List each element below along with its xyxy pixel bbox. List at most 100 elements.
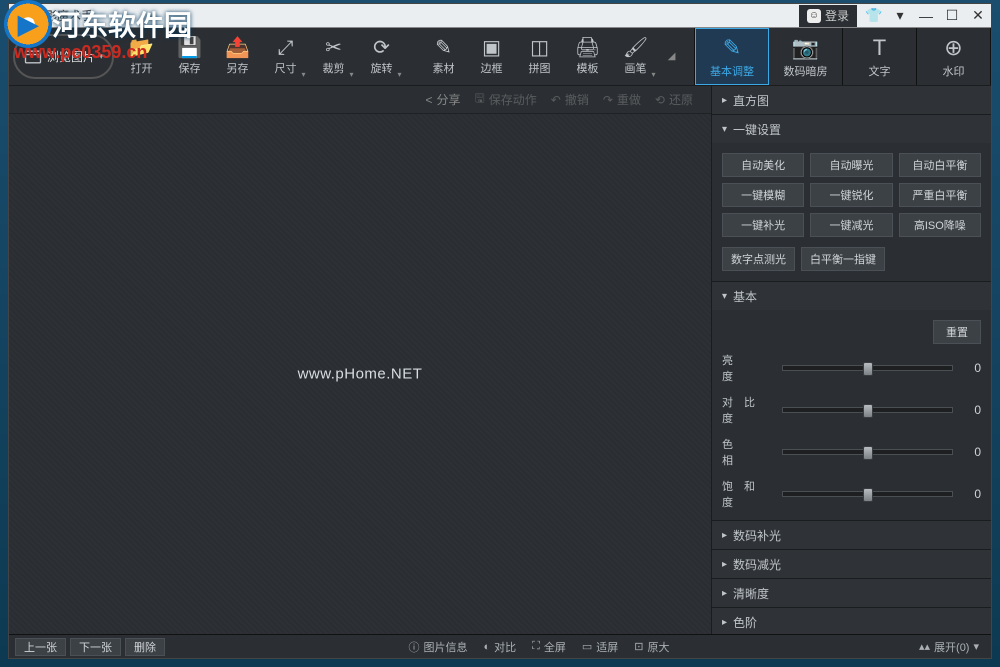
redo-button[interactable]: ↷重做 <box>603 91 641 108</box>
one-fill-button[interactable]: 一键补光 <box>722 213 804 237</box>
reset-button[interactable]: 重置 <box>933 320 981 344</box>
prev-image-button[interactable]: 上一张 <box>15 638 66 656</box>
one-blur-button[interactable]: 一键模糊 <box>722 183 804 207</box>
hue-slider[interactable] <box>782 449 953 455</box>
size-button[interactable]: ⤢尺寸▾ <box>262 28 310 85</box>
saveas-button[interactable]: 📤另存 <box>214 28 262 85</box>
auto-exposure-button[interactable]: 自动曝光 <box>810 153 892 177</box>
template-icon: 🖨 <box>575 38 600 58</box>
rotate-label: 旋转 <box>371 60 393 76</box>
saveas-icon: 📤 <box>225 38 250 58</box>
brush-label: 画笔 <box>625 60 647 76</box>
crop-button[interactable]: ✂裁剪▾ <box>310 28 358 85</box>
material-label: 素材 <box>433 60 455 76</box>
watermark-icon: ⊕ <box>944 35 962 61</box>
tab-darkroom[interactable]: 📷数码暗房 <box>769 28 843 85</box>
login-button[interactable]: ☺ 登录 <box>799 5 857 27</box>
expand-button[interactable]: ▴▴展开(0)▾ <box>919 639 979 655</box>
fit-label: 适屏 <box>596 639 618 655</box>
share-button[interactable]: <分享 <box>425 91 460 108</box>
section-clarity[interactable]: ▸清晰度 <box>712 579 991 607</box>
watermark-site-text: 河东软件园 <box>52 4 192 44</box>
save-action-label: 保存动作 <box>489 91 537 108</box>
tab-text[interactable]: T文字 <box>843 28 917 85</box>
save-label: 保存 <box>179 60 201 76</box>
brush-icon: 🖌 <box>623 38 648 58</box>
minimize-button[interactable]: — <box>913 5 939 27</box>
dropdown-icon: ▾ <box>398 70 402 79</box>
slider-thumb[interactable] <box>863 362 873 376</box>
fit-button[interactable]: ▭ 适屏 <box>582 639 618 655</box>
spot-meter-button[interactable]: 数字点测光 <box>722 247 795 271</box>
material-icon: ✎ <box>435 38 452 58</box>
info-label: 图片信息 <box>424 639 468 655</box>
redo-icon: ↷ <box>603 93 613 107</box>
slider-thumb[interactable] <box>863 446 873 460</box>
contrast-label: 对 比 度 <box>722 394 774 426</box>
page-watermark-url: www.pc0359.cn <box>14 42 147 63</box>
app-window: 光影魔术手 ☺ 登录 👕 ▾ — ☐ ✕ 浏览图片 ▾ 📂打开 💾保存 📤另存 … <box>8 3 992 659</box>
size-icon: ⤢ <box>278 38 294 58</box>
one-sharpen-button[interactable]: 一键锐化 <box>810 183 892 207</box>
section-digidim-label: 数码减光 <box>733 556 781 573</box>
more-button[interactable]: ◢ <box>660 28 684 85</box>
tab-basic-adjust[interactable]: ✎基本调整 <box>695 28 769 85</box>
puzzle-button[interactable]: ◫拼图 <box>516 28 564 85</box>
slider-thumb[interactable] <box>863 404 873 418</box>
dropdown-icon: ▾ <box>973 640 979 653</box>
save-action-button[interactable]: 🖫保存动作 <box>475 89 537 110</box>
undo-button[interactable]: ↶撤销 <box>551 91 589 108</box>
canvas-area: www.pHome.NET <box>9 114 711 634</box>
border-icon: ▣ <box>482 38 501 58</box>
close-button[interactable]: ✕ <box>965 5 991 27</box>
fullscreen-button[interactable]: ⛶ 全屏 <box>532 639 566 655</box>
next-image-button[interactable]: 下一张 <box>70 638 121 656</box>
fullscreen-icon: ⛶ <box>532 640 540 653</box>
user-icon: ☺ <box>807 9 821 23</box>
border-button[interactable]: ▣边框 <box>468 28 516 85</box>
menu-button[interactable]: ▾ <box>887 5 913 27</box>
section-basic-label: 基本 <box>733 288 757 305</box>
crop-label: 裁剪 <box>323 60 345 76</box>
collapse-icon: ▸ <box>722 588 727 599</box>
high-iso-button[interactable]: 高ISO降噪 <box>899 213 981 237</box>
original-size-button[interactable]: ⊡原大 <box>634 639 669 655</box>
auto-wb-button[interactable]: 自动白平衡 <box>899 153 981 177</box>
saturation-slider[interactable] <box>782 491 953 497</box>
contrast-slider[interactable] <box>782 407 953 413</box>
brightness-slider[interactable] <box>782 365 953 371</box>
wb-onekey-button[interactable]: 白平衡一指键 <box>801 247 885 271</box>
severe-wb-button[interactable]: 严重白平衡 <box>899 183 981 207</box>
auto-beautify-button[interactable]: 自动美化 <box>722 153 804 177</box>
section-oneclick-label: 一键设置 <box>733 121 781 138</box>
section-digidim[interactable]: ▸ 数码减光 <box>712 550 991 578</box>
material-button[interactable]: ✎ 素材 <box>420 28 468 85</box>
one-dim-button[interactable]: 一键减光 <box>810 213 892 237</box>
collapse-icon: ▸ <box>722 559 727 570</box>
fit-icon: ▭ <box>582 640 592 653</box>
login-label: 登录 <box>825 7 849 24</box>
image-info-button[interactable]: ⓘ图片信息 <box>409 639 468 655</box>
tab-watermark[interactable]: ⊕水印 <box>917 28 991 85</box>
restore-button[interactable]: ⟲还原 <box>655 91 693 108</box>
compare-button[interactable]: ◐对比 <box>484 639 517 655</box>
fullscreen-label: 全屏 <box>544 639 566 655</box>
delete-button[interactable]: 删除 <box>125 638 165 656</box>
rotate-button[interactable]: ⟳旋转▾ <box>358 28 406 85</box>
section-levels[interactable]: ▸色阶 <box>712 608 991 634</box>
section-oneclick[interactable]: ▾一键设置 <box>712 115 991 143</box>
section-histogram[interactable]: ▸直方图 <box>712 86 991 114</box>
expand-icon: ▴▴ <box>919 640 930 653</box>
section-basic[interactable]: ▾基本 <box>712 282 991 310</box>
brush-button[interactable]: 🖌画笔▾ <box>612 28 660 85</box>
slider-thumb[interactable] <box>863 488 873 502</box>
edit-icon: ✎ <box>723 35 741 61</box>
dropdown-icon: ▾ <box>302 70 306 79</box>
action-bar: <分享 🖫保存动作 ↶撤销 ↷重做 ⟲还原 <box>9 86 711 114</box>
section-digifill[interactable]: ▸数码补光 <box>712 521 991 549</box>
camera-icon: 📷 <box>792 35 819 61</box>
template-button[interactable]: 🖨模板 <box>564 28 612 85</box>
right-panel: ▸直方图 ▾一键设置 自动美化 自动曝光 自动白平衡 一键模糊 一键锐化 严重白… <box>711 86 991 634</box>
maximize-button[interactable]: ☐ <box>939 5 965 27</box>
skin-button[interactable]: 👕 <box>861 5 887 27</box>
